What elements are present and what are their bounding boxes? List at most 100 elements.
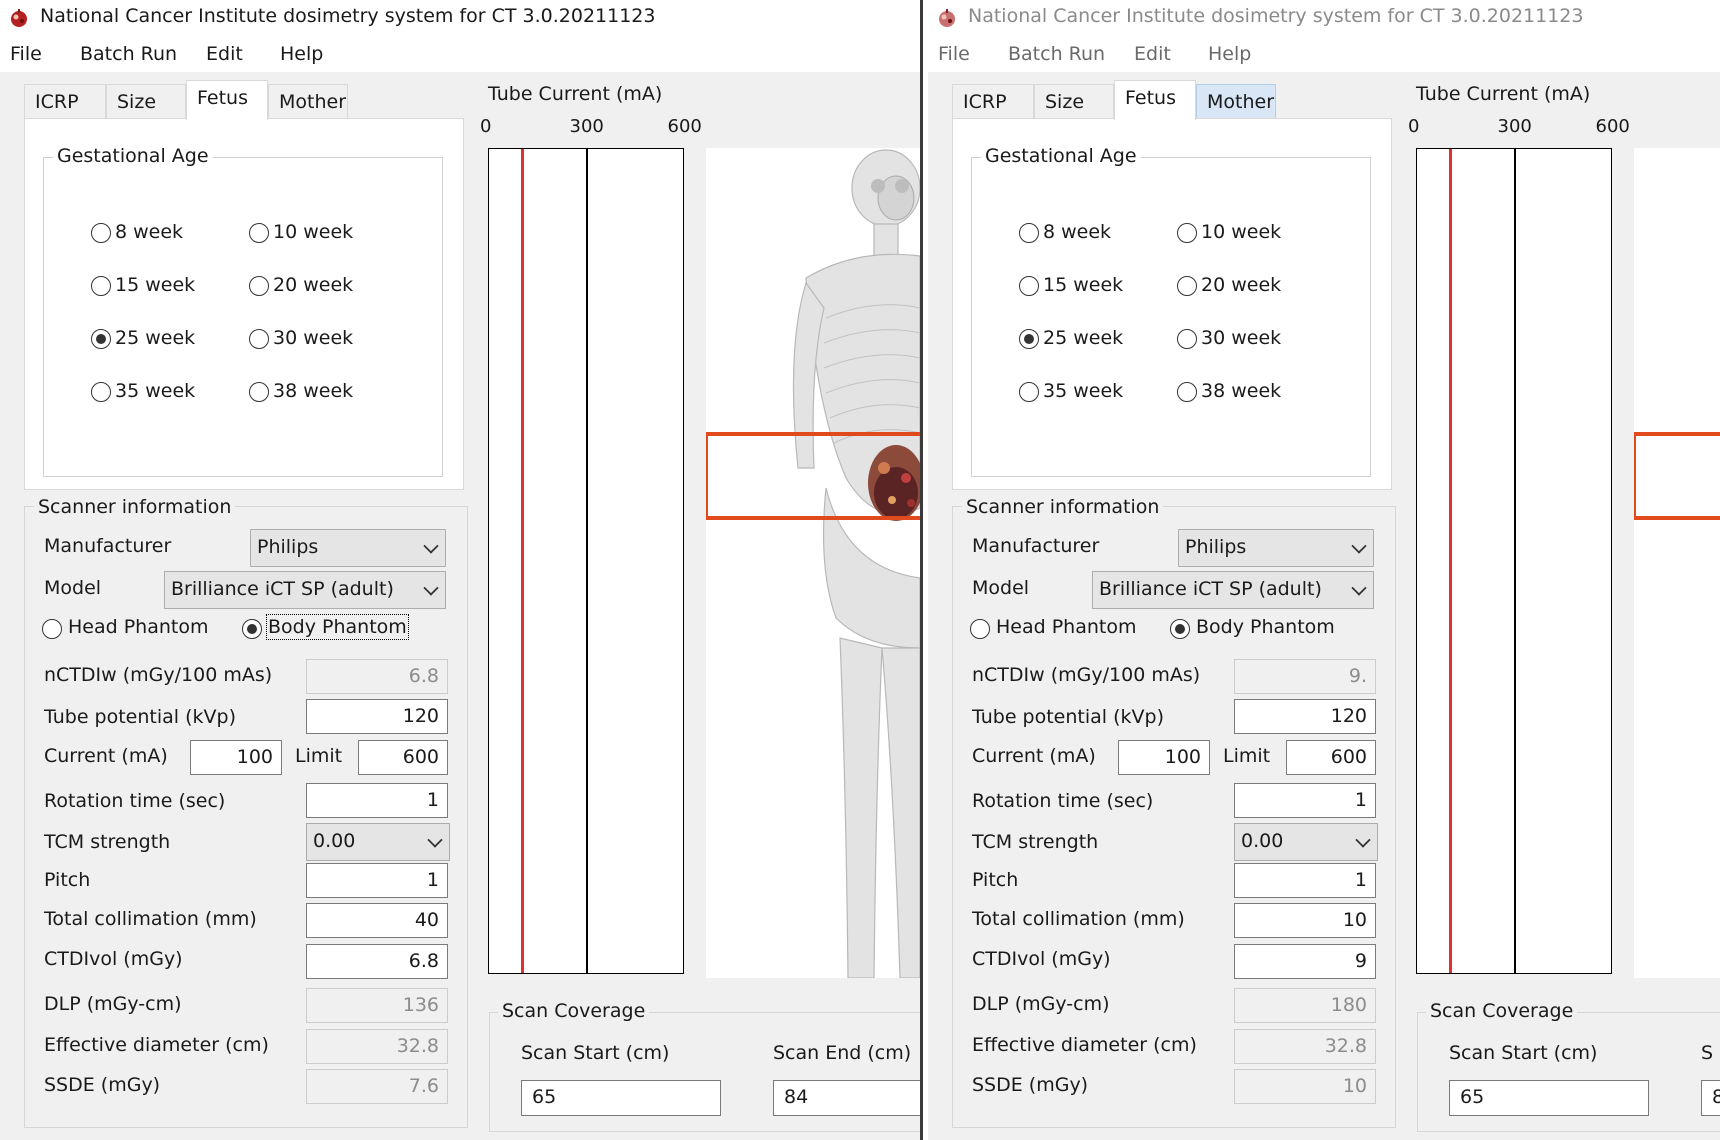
radio-age-10-week[interactable]: 10 week — [249, 221, 389, 247]
tab-size[interactable]: Size — [106, 84, 186, 118]
radio-age-30-week[interactable]: 30 week — [249, 327, 389, 353]
radio-age-20-week[interactable]: 20 week — [1177, 274, 1317, 300]
model-label: Model — [44, 577, 102, 599]
limit-field[interactable]: 600 — [1286, 740, 1376, 775]
tab-fetus[interactable]: Fetus — [186, 80, 268, 120]
tube-current-midline — [586, 149, 588, 973]
tube-current-tick-label: 600 — [1595, 116, 1630, 137]
tube-potential-field[interactable]: 120 — [1234, 699, 1376, 734]
scan-start-field[interactable]: 65 — [521, 1080, 721, 1116]
radio-button-icon[interactable] — [91, 276, 111, 296]
menu-file[interactable]: File — [10, 43, 42, 65]
chevron-down-icon — [1351, 538, 1367, 554]
radio-button-icon[interactable] — [1177, 276, 1197, 296]
radio-button-icon[interactable] — [1019, 223, 1039, 243]
tube-current-profile-line — [1448, 149, 1452, 973]
radio-button-icon[interactable] — [91, 382, 111, 402]
model-select[interactable]: Brilliance iCT SP (adult) — [1092, 571, 1374, 609]
radio-age-38-week[interactable]: 38 week — [1177, 380, 1317, 406]
radio-age-35-week[interactable]: 35 week — [91, 380, 231, 406]
radio-button-icon[interactable] — [249, 329, 269, 349]
radio-button-icon[interactable] — [1177, 223, 1197, 243]
pitch-field[interactable]: 1 — [1234, 863, 1376, 898]
phantom-viewer[interactable] — [706, 148, 920, 978]
scan-end-field[interactable]: 84 — [773, 1080, 920, 1116]
menu-help[interactable]: Help — [280, 43, 323, 65]
radio-button-icon[interactable] — [91, 223, 111, 243]
radio-age-25-week[interactable]: 25 week — [91, 327, 231, 353]
manufacturer-select-value: Philips — [1185, 536, 1247, 558]
menu-file[interactable]: File — [938, 43, 970, 65]
menu-help[interactable]: Help — [1208, 43, 1251, 65]
nctdiw-field: 9. — [1234, 659, 1376, 694]
total-collimation-field[interactable]: 10 — [1234, 903, 1376, 938]
radio-button-icon[interactable] — [1177, 382, 1197, 402]
radio-button-icon[interactable] — [1177, 329, 1197, 349]
radio-label: 20 week — [273, 274, 354, 296]
scan-start-field[interactable]: 65 — [1449, 1080, 1649, 1116]
pitch-field[interactable]: 1 — [306, 863, 448, 898]
manufacturer-select[interactable]: Philips — [250, 529, 446, 567]
radio-age-8-week[interactable]: 8 week — [1019, 221, 1159, 247]
radio-age-15-week[interactable]: 15 week — [91, 274, 231, 300]
title-bar[interactable]: National Cancer Institute dosimetry syst… — [0, 0, 920, 34]
radio-head-phantom[interactable]: Head Phantom — [970, 616, 1160, 642]
radio-label: 10 week — [273, 221, 354, 243]
radio-age-38-week[interactable]: 38 week — [249, 380, 389, 406]
radio-button-icon[interactable] — [1019, 382, 1039, 402]
ssde-field: 10 — [1234, 1069, 1376, 1104]
tab-icrp[interactable]: ICRP — [952, 84, 1034, 118]
radio-age-25-week[interactable]: 25 week — [1019, 327, 1159, 353]
radio-body-phantom[interactable]: Body Phantom — [242, 614, 432, 642]
radio-button-icon[interactable] — [1019, 329, 1039, 349]
scan-end-label: Scan End (cm) — [773, 1042, 912, 1064]
radio-button-icon[interactable] — [249, 223, 269, 243]
radio-button-icon[interactable] — [249, 276, 269, 296]
radio-button-icon[interactable] — [970, 619, 990, 639]
menu-edit[interactable]: Edit — [1134, 43, 1171, 65]
tcm-strength-label: TCM strength — [44, 831, 171, 853]
radio-age-8-week[interactable]: 8 week — [91, 221, 231, 247]
radio-button-icon[interactable] — [42, 619, 62, 639]
tab-mother[interactable]: Mother — [1196, 84, 1276, 118]
radio-label: 8 week — [1043, 221, 1112, 243]
radio-button-icon[interactable] — [1019, 276, 1039, 296]
limit-label: Limit — [1223, 745, 1271, 767]
radio-age-20-week[interactable]: 20 week — [249, 274, 389, 300]
title-bar[interactable]: National Cancer Institute dosimetry syst… — [928, 0, 1720, 34]
tab-fetus[interactable]: Fetus — [1114, 80, 1196, 120]
gestational-age-group — [971, 157, 1371, 477]
radio-button-icon[interactable] — [91, 329, 111, 349]
rotation-time-field[interactable]: 1 — [306, 783, 448, 818]
tab-mother[interactable]: Mother — [268, 84, 348, 118]
tcm-strength-select[interactable]: 0.00 — [1234, 823, 1378, 861]
radio-age-35-week[interactable]: 35 week — [1019, 380, 1159, 406]
menu-batch-run[interactable]: Batch Run — [80, 43, 177, 65]
scan-end-field[interactable]: 8 — [1701, 1080, 1720, 1116]
menu-batch-run[interactable]: Batch Run — [1008, 43, 1105, 65]
ctdivol-field[interactable]: 9 — [1234, 944, 1376, 979]
rotation-time-field[interactable]: 1 — [1234, 783, 1376, 818]
tcm-strength-select[interactable]: 0.00 — [306, 823, 450, 861]
current-field[interactable]: 100 — [190, 740, 282, 775]
ctdivol-field[interactable]: 6.8 — [306, 944, 448, 979]
radio-button-icon[interactable] — [242, 619, 262, 639]
radio-body-phantom[interactable]: Body Phantom — [1170, 616, 1360, 642]
current-field[interactable]: 100 — [1118, 740, 1210, 775]
radio-age-10-week[interactable]: 10 week — [1177, 221, 1317, 247]
phantom-viewer[interactable] — [1634, 148, 1720, 978]
manufacturer-select[interactable]: Philips — [1178, 529, 1374, 567]
chevron-down-icon — [1351, 580, 1367, 596]
radio-age-15-week[interactable]: 15 week — [1019, 274, 1159, 300]
radio-age-30-week[interactable]: 30 week — [1177, 327, 1317, 353]
tube-potential-field[interactable]: 120 — [306, 699, 448, 734]
tab-size[interactable]: Size — [1034, 84, 1114, 118]
limit-field[interactable]: 600 — [358, 740, 448, 775]
radio-head-phantom[interactable]: Head Phantom — [42, 616, 232, 642]
radio-button-icon[interactable] — [249, 382, 269, 402]
total-collimation-field[interactable]: 40 — [306, 903, 448, 938]
radio-button-icon[interactable] — [1170, 619, 1190, 639]
tab-icrp[interactable]: ICRP — [24, 84, 106, 118]
menu-edit[interactable]: Edit — [206, 43, 243, 65]
model-select[interactable]: Brilliance iCT SP (adult) — [164, 571, 446, 609]
